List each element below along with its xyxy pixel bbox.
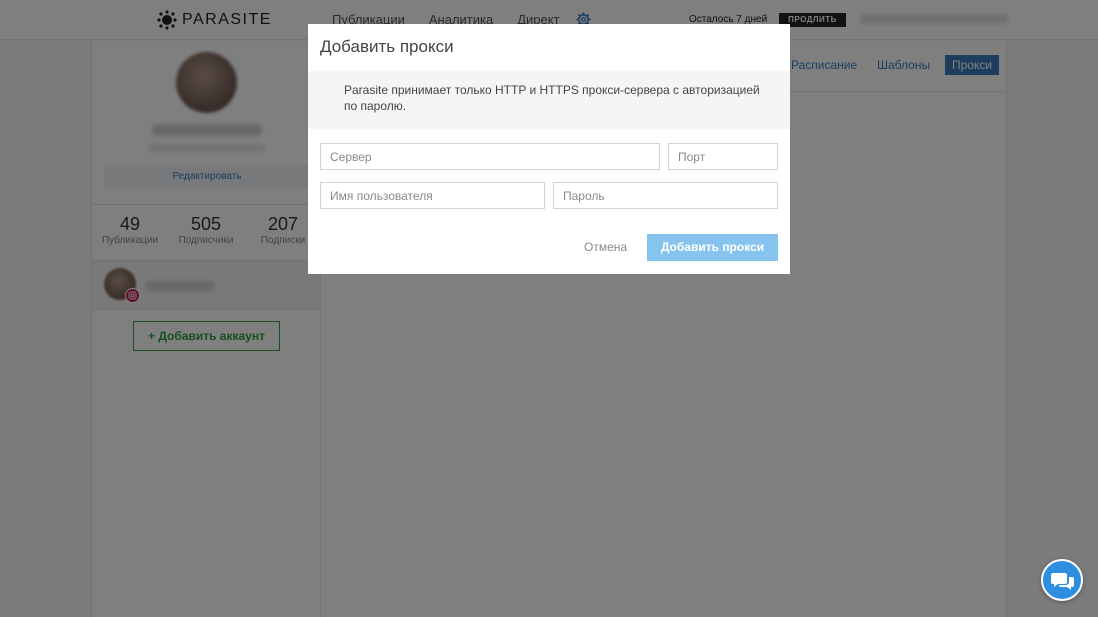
chat-bubbles-icon <box>1050 569 1076 593</box>
password-input[interactable] <box>553 182 778 209</box>
cancel-button[interactable]: Отмена <box>584 240 627 254</box>
info-text: Parasite принимает только HTTP и HTTPS п… <box>344 83 760 113</box>
info-panel: Parasite принимает только HTTP и HTTPS п… <box>308 71 790 129</box>
port-input[interactable] <box>668 143 778 170</box>
add-proxy-button[interactable]: Добавить прокси <box>647 234 778 261</box>
add-proxy-dialog: Добавить прокси Parasite принимает тольк… <box>308 24 790 274</box>
dialog-title: Добавить прокси <box>320 37 454 56</box>
username-input[interactable] <box>320 182 545 209</box>
server-input[interactable] <box>320 143 660 170</box>
chat-button[interactable] <box>1041 559 1083 601</box>
